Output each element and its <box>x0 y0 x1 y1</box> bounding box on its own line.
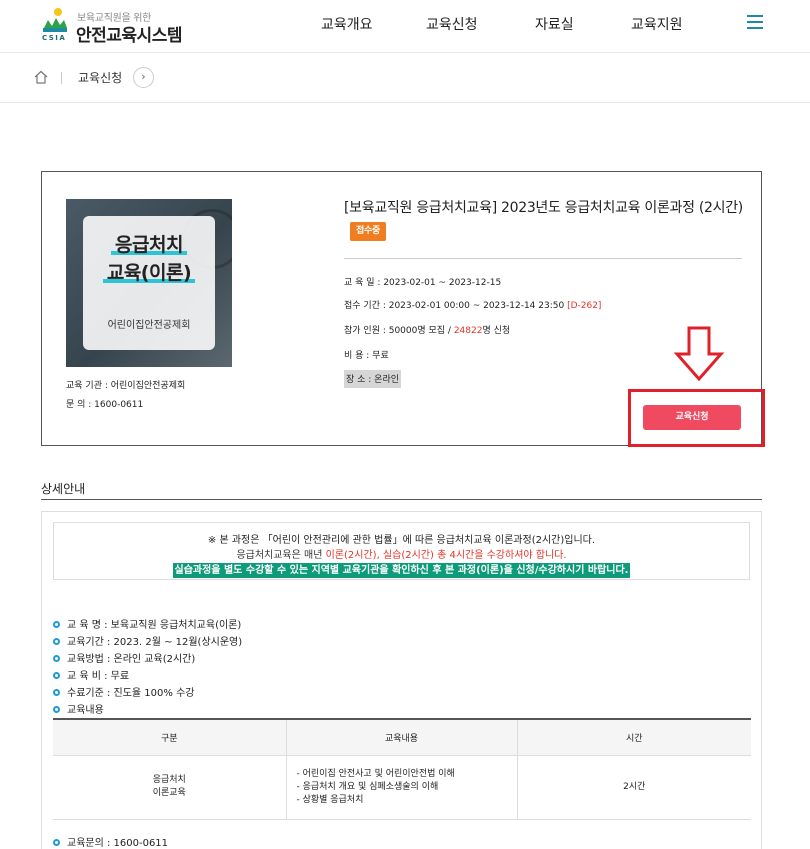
table-row: 응급처치 이론교육 - 어린이집 안전사고 및 어린이안전법 이해 - 응급처치… <box>53 755 751 820</box>
table-cell-time: 2시간 <box>516 755 751 820</box>
table-cell-contents: - 어린이집 안전사고 및 어린이안전법 이해 - 응급처치 개요 및 심폐소생… <box>285 755 517 820</box>
site-header: CSIA 보육교직원을 위한 안전교육시스템 교육개요 교육신청 자료실 교육지… <box>0 0 810 53</box>
breadcrumb-divider <box>61 72 62 84</box>
list-item: 수료기준 : 진도율 100% 수강 <box>53 684 194 699</box>
bullet-icon <box>53 688 60 696</box>
section-title: 상세안내 <box>41 482 86 496</box>
list-item: 교육문의 : 1600-0611 <box>53 834 168 849</box>
notice-line-1: ※ 본 과정은 「어린이 안전관리에 관한 법률」에 따른 응급처치교육 이론과… <box>207 535 596 546</box>
education-period: 교 육 일 : 2023-02-01 ~ 2023-12-15 <box>344 278 502 288</box>
notice-line-2: 응급처치교육은 매년 이론(2시간), 실습(2시간) 총 4시간을 수강하셔야… <box>236 550 567 561</box>
thumbnail-title-line2: 교육(이론) <box>106 262 192 284</box>
thumbnail-card: 응급처치 교육(이론) 어린이집안전공제회 <box>83 216 215 350</box>
divider <box>344 258 742 259</box>
thumbnail-title-line1: 응급처치 <box>115 234 183 256</box>
table-cell-category: 응급처치 이론교육 <box>53 755 286 820</box>
site-logo[interactable]: CSIA 보육교직원을 위한 안전교육시스템 <box>40 6 210 46</box>
arrow-down-icon <box>673 326 725 382</box>
bullet-icon <box>53 637 60 645</box>
curriculum-table: 구분 교육내용 시간 응급처치 이론교육 - 어린이집 안전사고 및 어린이안전… <box>53 718 751 820</box>
highlight-frame <box>628 389 765 447</box>
table-header: 교육내용 <box>285 718 517 756</box>
logo-title: 안전교육시스템 <box>76 26 182 46</box>
capacity-info: 참가 인원 : 50000명 모집 / 24822명 신청 <box>344 326 511 336</box>
inquiry-text: 문 의 : 1600-0611 <box>66 400 144 410</box>
bullet-icon <box>53 654 60 662</box>
place-info: 장 소 : 온라인 <box>344 370 402 388</box>
list-item: 교육방법 : 온라인 교육(2시간) <box>53 650 195 665</box>
bullet-icon <box>53 705 60 713</box>
list-item: 교육내용 <box>53 701 104 716</box>
notice-box: ※ 본 과정은 「어린이 안전관리에 관한 법률」에 따른 응급처치교육 이론과… <box>53 522 750 580</box>
dday-badge: [D-262] <box>567 301 602 311</box>
institution-text: 교육 기관 : 어린이집안전공제회 <box>66 381 186 391</box>
nav-item-apply[interactable]: 교육신청 <box>426 14 478 34</box>
home-icon[interactable] <box>34 70 48 84</box>
registration-period: 접수 기간 : 2023-02-01 00:00 ~ 2023-12-14 23… <box>344 301 602 311</box>
fee-info: 비 용 : 무료 <box>344 351 389 361</box>
breadcrumb-chevron-icon[interactable]: › <box>133 67 154 88</box>
status-badge: 접수중 <box>350 221 386 241</box>
bullet-icon <box>53 838 60 846</box>
section-divider <box>41 499 762 500</box>
table-header: 시간 <box>516 718 751 756</box>
nav-item-overview[interactable]: 교육개요 <box>321 14 373 34</box>
nav-item-support[interactable]: 교육지원 <box>631 14 683 34</box>
breadcrumb-current[interactable]: 교육신청 <box>78 69 122 86</box>
course-title: [보육교직원 응급처치교육] 2023년도 응급처치교육 이론과정 (2시간)접… <box>344 197 744 243</box>
detail-panel: ※ 본 과정은 「어린이 안전관리에 관한 법률」에 따른 응급처치교육 이론과… <box>41 511 762 849</box>
table-header: 구분 <box>53 718 286 756</box>
logo-abbr: CSIA <box>42 34 67 42</box>
course-thumbnail: 응급처치 교육(이론) 어린이집안전공제회 <box>66 199 232 367</box>
applied-count: 24822 <box>453 326 483 336</box>
table-header-row: 구분 교육내용 시간 <box>53 718 751 756</box>
bullet-icon <box>53 671 60 679</box>
breadcrumb: 교육신청 › <box>0 53 810 103</box>
notice-line-3: 실습과정을 별도 수강할 수 있는 지역별 교육기관을 확인하신 후 본 과정(… <box>172 563 631 578</box>
list-item: 교육기간 : 2023. 2월 ~ 12월(상시운영) <box>53 633 242 648</box>
list-item: 교 육 명 : 보육교직원 응급처치교육(이론) <box>53 616 241 631</box>
list-item: 교 육 비 : 무료 <box>53 667 129 682</box>
nav-item-resources[interactable]: 자료실 <box>535 14 574 34</box>
thumbnail-organization: 어린이집안전공제회 <box>107 320 191 331</box>
menu-icon[interactable] <box>747 15 763 29</box>
bullet-icon <box>53 620 60 628</box>
